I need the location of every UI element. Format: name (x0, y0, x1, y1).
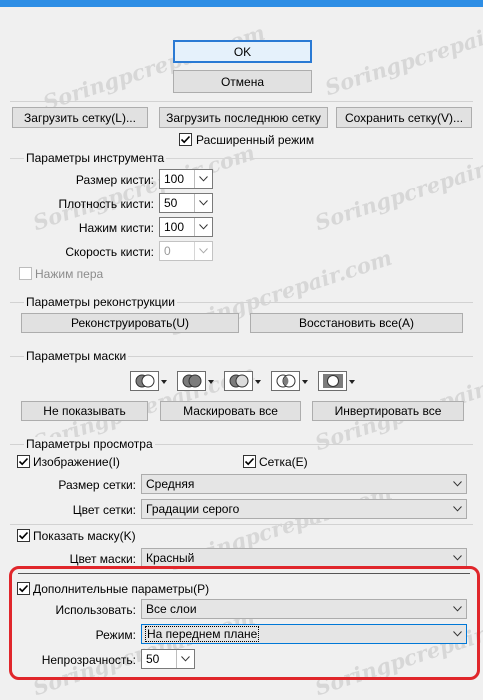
chevron-down-icon[interactable] (194, 170, 212, 188)
caret-down-icon[interactable] (302, 380, 308, 384)
show-mesh-checkbox[interactable] (243, 455, 256, 468)
mesh-color-label: Цвет сетки: (72, 503, 136, 517)
view-options-title: Параметры просмотра (24, 437, 155, 451)
mask-options-title: Параметры маски (24, 349, 129, 363)
advanced-mode-checkbox[interactable] (179, 133, 192, 146)
checkmark-icon (180, 135, 191, 144)
ok-button[interactable]: OK (173, 40, 312, 63)
add-to-selection-icon[interactable] (177, 371, 206, 391)
cancel-button[interactable]: Отмена (173, 70, 312, 93)
chevron-down-icon[interactable] (448, 500, 466, 518)
advanced-mode-label: Расширенный режим (196, 133, 315, 147)
invert-selection-icon[interactable] (318, 371, 347, 391)
reconstruct-options-title: Параметры реконструкции (24, 295, 177, 309)
brush-size-label: Размер кисти: (75, 173, 154, 187)
brush-rate-value: 0 (164, 244, 171, 258)
divider (10, 524, 473, 525)
highlight-frame (9, 566, 480, 680)
mask-color-label: Цвет маски: (69, 552, 136, 566)
chevron-down-icon[interactable] (448, 549, 466, 567)
caret-down-icon[interactable] (161, 380, 167, 384)
show-mesh-label: Сетка(E) (259, 455, 308, 469)
mesh-size-label: Размер сетки: (58, 478, 136, 492)
show-image-label: Изображение(I) (33, 455, 120, 469)
chevron-down-icon[interactable] (194, 218, 212, 236)
replace-selection-icon[interactable] (130, 371, 159, 391)
load-last-mesh-button[interactable]: Загрузить последнюю сетку (159, 107, 328, 128)
mesh-color-select[interactable]: Градации серого (141, 499, 467, 519)
load-mesh-button[interactable]: Загрузить сетку(L)... (12, 107, 148, 128)
tool-options-title: Параметры инструмента (24, 151, 167, 165)
brush-rate-combo: 0 (159, 241, 213, 261)
window-title-bar (0, 0, 483, 7)
caret-down-icon[interactable] (255, 380, 261, 384)
brush-pressure-value[interactable]: 100 (160, 218, 194, 236)
invert-all-button[interactable]: Инвертировать все (312, 401, 464, 421)
brush-size-combo[interactable]: 100 (159, 169, 213, 189)
caret-down-icon[interactable] (349, 380, 355, 384)
intersect-selection-icon[interactable] (271, 371, 300, 391)
show-mask-checkbox[interactable] (17, 529, 30, 542)
chevron-down-icon (194, 242, 212, 260)
brush-density-value[interactable]: 50 (160, 194, 194, 212)
checkmark-icon (244, 457, 255, 466)
brush-rate-label: Скорость кисти: (65, 245, 154, 259)
divider (10, 101, 473, 102)
checkmark-icon (18, 457, 29, 466)
mesh-size-value: Средняя (146, 477, 195, 491)
stylus-pressure-label: Нажим пера (35, 267, 104, 281)
save-mesh-button[interactable]: Сохранить сетку(V)... (336, 107, 472, 128)
brush-pressure-combo[interactable]: 100 (159, 217, 213, 237)
mesh-color-value: Градации серого (146, 502, 240, 516)
show-mask-label: Показать маску(K) (33, 529, 136, 543)
mask-color-select[interactable]: Красный (141, 548, 467, 568)
brush-density-label: Плотность кисти: (58, 197, 154, 211)
restore-all-button[interactable]: Восстановить все(A) (250, 313, 463, 333)
mask-color-value: Красный (146, 551, 195, 565)
chevron-down-icon[interactable] (448, 475, 466, 493)
chevron-down-icon[interactable] (194, 194, 212, 212)
stylus-pressure-checkbox (19, 267, 32, 280)
mesh-size-select[interactable]: Средняя (141, 474, 467, 494)
caret-down-icon[interactable] (208, 380, 214, 384)
brush-density-combo[interactable]: 50 (159, 193, 213, 213)
checkmark-icon (18, 531, 29, 540)
show-image-checkbox[interactable] (17, 455, 30, 468)
brush-pressure-label: Нажим кисти: (78, 221, 154, 235)
reconstruct-button[interactable]: Реконструировать(U) (21, 313, 239, 333)
watermark: Soringpcrepair.com (321, 4, 483, 101)
brush-size-value[interactable]: 100 (160, 170, 194, 188)
mask-none-button[interactable]: Не показывать (21, 401, 148, 421)
mask-all-button[interactable]: Маскировать все (160, 401, 301, 421)
subtract-from-selection-icon[interactable] (224, 371, 253, 391)
